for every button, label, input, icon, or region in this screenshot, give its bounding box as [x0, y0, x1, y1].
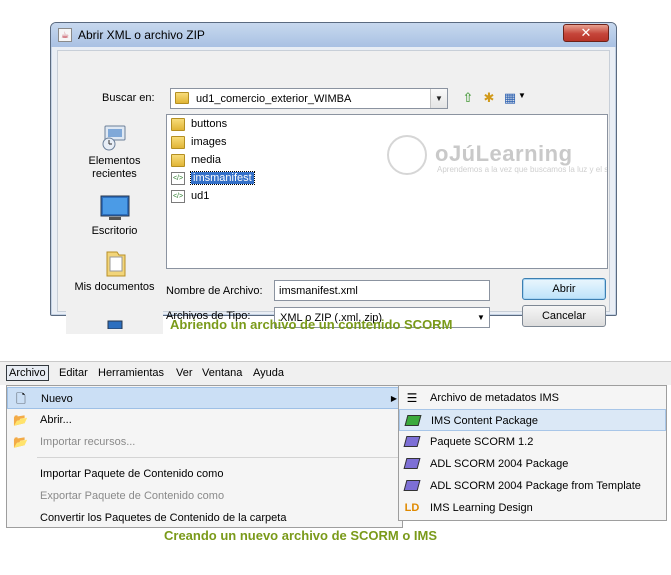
computer-icon	[99, 319, 131, 330]
purple-package-icon	[403, 456, 421, 472]
menu-item-label: Importar Paquete de Contenido como	[40, 468, 224, 480]
file-name-label: Nombre de Archivo:	[166, 285, 263, 297]
place-label: Elementos recientes	[88, 155, 141, 180]
dialog-titlebar[interactable]: ☕ Abrir XML o archivo ZIP ✕	[51, 23, 616, 47]
metadata-document-icon: ☰	[406, 391, 418, 405]
submenu-item-label: ADL SCORM 2004 Package from Template	[430, 480, 641, 492]
submenu-item-adl-scorm-2004[interactable]: ADL SCORM 2004 Package	[399, 453, 666, 475]
nuevo-submenu: ☰ Archivo de metadatos IMS IMS Content P…	[398, 385, 667, 521]
java-app-icon: ☕	[58, 28, 72, 42]
open-folder-icon: 📂	[13, 413, 28, 427]
green-package-icon	[404, 413, 422, 429]
menu-editar[interactable]: Editar	[59, 367, 88, 379]
caption-open-dialog: Abriendo un archivo de un contenido SCOR…	[170, 317, 453, 332]
folder-icon	[171, 135, 185, 149]
file-name: ud1	[191, 190, 210, 202]
submenu-item-label: Paquete SCORM 1.2	[430, 436, 534, 448]
new-folder-icon[interactable]: ✱	[480, 89, 498, 107]
view-menu-icon[interactable]: ▦	[501, 89, 519, 107]
place-label: Mis documentos	[74, 281, 155, 293]
watermark-subtitle: Aprendemos a la vez que buscamos la luz …	[437, 165, 608, 174]
close-button[interactable]: ✕	[563, 24, 609, 42]
submenu-item-label: Archivo de metadatos IMS	[430, 392, 560, 404]
open-button[interactable]: Abrir	[522, 278, 606, 300]
menu-herramientas[interactable]: Herramientas	[98, 367, 164, 379]
submenu-item-ims-learning-design[interactable]: LD IMS Learning Design	[399, 497, 666, 519]
menu-item-label: Importar recursos...	[40, 436, 136, 448]
watermark-title: oJúLearning	[435, 141, 573, 166]
import-folder-icon: 📂	[13, 435, 28, 449]
menu-ventana[interactable]: Ventana	[202, 367, 242, 379]
submenu-item-adl-scorm-2004-template[interactable]: ADL SCORM 2004 Package from Template	[399, 475, 666, 497]
purple-package-icon	[403, 434, 421, 450]
dialog-title: Abrir XML o archivo ZIP	[78, 28, 205, 42]
menu-item-importar-recursos[interactable]: 📂 Importar recursos...	[7, 431, 402, 453]
chevron-down-icon[interactable]: ▼	[518, 91, 526, 100]
menu-ayuda[interactable]: Ayuda	[253, 367, 284, 379]
list-item-selected[interactable]: </> imsmanifest	[171, 169, 255, 187]
menu-item-label: Convertir los Paquetes de Contenido de l…	[40, 512, 287, 524]
folder-icon	[171, 117, 185, 131]
submenu-item-scorm-12[interactable]: Paquete SCORM 1.2	[399, 431, 666, 453]
menu-item-label: Nuevo	[41, 393, 73, 405]
list-item[interactable]: images	[171, 133, 226, 151]
menu-item-abrir[interactable]: 📂 Abrir...	[7, 409, 402, 431]
xml-file-icon: </>	[171, 171, 185, 185]
menu-ver[interactable]: Ver	[176, 367, 193, 379]
list-item[interactable]: media	[171, 151, 221, 169]
submenu-item-label: IMS Content Package	[431, 415, 539, 427]
list-item[interactable]: </> ud1	[171, 187, 209, 205]
submenu-arrow-icon: ▶	[390, 394, 397, 403]
file-list[interactable]: oJúLearning Aprendemos a la vez que busc…	[166, 114, 608, 269]
submenu-item-metadatos[interactable]: ☰ Archivo de metadatos IMS	[399, 387, 666, 409]
file-name: imsmanifest	[190, 171, 255, 185]
menu-item-label: Abrir...	[40, 414, 72, 426]
file-name: images	[191, 136, 227, 148]
chevron-down-icon[interactable]: ▼	[430, 89, 447, 108]
look-in-combobox[interactable]: ud1_comercio_exterior_WIMBA ▼	[170, 88, 448, 109]
learning-design-icon: LD	[404, 502, 420, 514]
menu-archivo[interactable]: Archivo	[6, 365, 49, 381]
chevron-down-icon[interactable]: ▼	[473, 308, 489, 327]
folder-icon	[171, 153, 185, 167]
submenu-item-label: ADL SCORM 2004 Package	[430, 458, 569, 470]
recent-items-icon	[99, 122, 131, 152]
caption-new-menu: Creando un nuevo archivo de SCORM o IMS	[164, 528, 438, 543]
menu-item-label: Exportar Paquete de Contenido como	[40, 490, 225, 502]
look-in-value: ud1_comercio_exterior_WIMBA	[196, 93, 352, 105]
file-name-input[interactable]	[274, 280, 490, 301]
xml-file-icon: </>	[171, 189, 185, 203]
list-item[interactable]: buttons	[171, 115, 227, 133]
place-desktop[interactable]: Escritorio	[66, 192, 163, 238]
documents-folder-icon	[99, 248, 131, 278]
ojulearning-logo	[387, 135, 427, 175]
place-computer[interactable]	[66, 319, 163, 332]
menu-item-importar-paquete[interactable]: Importar Paquete de Contenido como	[7, 463, 402, 485]
file-name: buttons	[191, 118, 228, 130]
places-bar: Elementos recientes Escritorio Mis docum…	[66, 114, 163, 334]
desktop-icon	[99, 192, 131, 222]
menu-item-convertir[interactable]: Convertir los Paquetes de Contenido de l…	[7, 507, 402, 529]
folder-icon	[175, 92, 189, 104]
place-label: Escritorio	[91, 225, 138, 237]
menu-item-nuevo[interactable]: 🗋 Nuevo ▶	[7, 387, 402, 409]
place-my-documents[interactable]: Mis documentos	[66, 248, 163, 294]
submenu-item-ims-content-package[interactable]: IMS Content Package	[399, 409, 666, 431]
up-one-level-icon[interactable]: ⇧	[459, 89, 477, 107]
open-file-dialog: ☕ Abrir XML o archivo ZIP ✕ Buscar en: u…	[50, 22, 617, 334]
file-name: media	[191, 154, 221, 166]
menu-item-exportar-paquete[interactable]: Exportar Paquete de Contenido como	[7, 485, 402, 507]
cancel-button[interactable]: Cancelar	[522, 305, 606, 327]
purple-package-icon	[403, 478, 421, 494]
submenu-item-label: IMS Learning Design	[430, 502, 533, 514]
new-document-icon: 🗋	[16, 392, 26, 406]
dialog-body: Buscar en: ud1_comercio_exterior_WIMBA ▼…	[57, 50, 610, 334]
look-in-label: Buscar en:	[102, 92, 155, 104]
menu-separator	[37, 457, 399, 458]
place-recent-items[interactable]: Elementos recientes	[66, 122, 163, 181]
archivo-dropdown-menu: 🗋 Nuevo ▶ 📂 Abrir... 📂 Importar recursos…	[6, 385, 403, 528]
menu-bar: Archivo Editar Herramientas Ver Ventana …	[0, 361, 671, 385]
